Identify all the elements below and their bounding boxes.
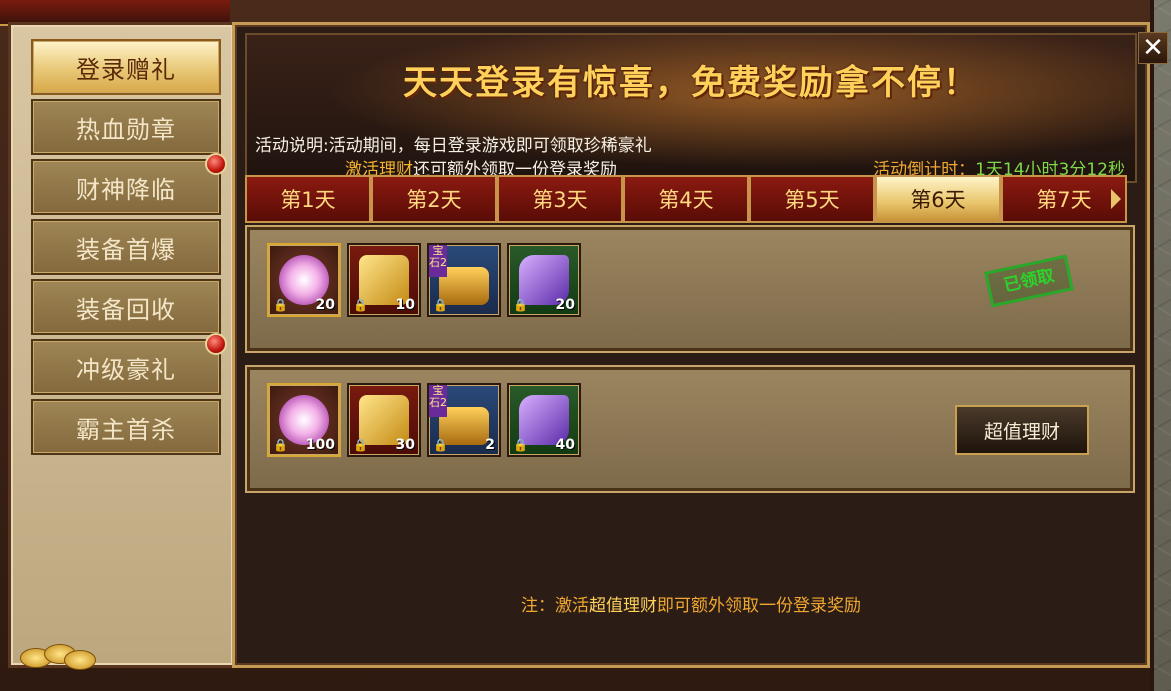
banner-title: 天天登录有惊喜，免费奖励拿不停！ <box>403 63 979 103</box>
activity-description: 活动说明:活动期间，每日登录游戏即可领取珍稀豪礼 <box>255 136 652 156</box>
reward-item[interactable]: 🔒 30 <box>347 383 421 457</box>
reward-item[interactable]: 宝石2 🔒 2 <box>427 383 501 457</box>
lock-icon: 🔒 <box>513 438 528 452</box>
tab-day-4[interactable]: 第4天 <box>623 175 749 223</box>
note-highlight: 超值理财 <box>589 596 657 616</box>
reward-row-finance: 🔒 100 🔒 30 宝石2 🔒 2 🔒 40 超值理财 <box>245 365 1135 493</box>
lock-icon: 🔒 <box>433 298 448 312</box>
tab-label: 第2天 <box>406 188 462 212</box>
sidebar-item-medal[interactable]: 热血勋章 <box>31 99 221 155</box>
footer-note: 注：激活超值理财即可额外领取一份登录奖励 <box>235 591 1147 616</box>
banner: 天天登录有惊喜，免费奖励拿不停！ 活动说明:活动期间，每日登录游戏即可领取珍稀豪… <box>245 33 1137 183</box>
tab-label: 第6天 <box>910 188 966 212</box>
sidebar-item-login-gift[interactable]: 登录赠礼 <box>31 39 221 95</box>
day-tabs: 第1天 第2天 第3天 第4天 第5天 第6天 第7天 <box>245 175 1133 223</box>
note-suffix: 即可额外领取一份登录奖励 <box>657 596 861 616</box>
tab-label: 第3天 <box>532 188 588 212</box>
item-count: 20 <box>555 297 575 313</box>
lock-icon: 🔒 <box>273 298 288 312</box>
tab-day-6[interactable]: 第6天 <box>875 175 1001 223</box>
gold-coins-icon <box>20 640 96 670</box>
notification-dot-icon <box>205 333 227 355</box>
tab-label: 第5天 <box>784 188 840 212</box>
tab-day-1[interactable]: 第1天 <box>245 175 371 223</box>
sidebar-item-label: 霸主首杀 <box>76 415 176 444</box>
claimed-stamp: 已领取 <box>984 254 1074 308</box>
sidebar-item-label: 登录赠礼 <box>76 55 176 84</box>
lock-icon: 🔒 <box>353 298 368 312</box>
item-count: 40 <box>555 437 575 453</box>
tab-day-7[interactable]: 第7天 <box>1001 175 1127 223</box>
reward-row-basic: 🔒 20 🔒 10 宝石2 🔒 🔒 20 已领取 <box>245 225 1135 353</box>
sidebar-item-god-of-wealth[interactable]: 财神降临 <box>31 153 227 215</box>
item-count: 10 <box>395 297 415 313</box>
scroll-right-arrow-icon[interactable] <box>1111 189 1121 209</box>
lock-icon: 🔒 <box>433 438 448 452</box>
item-count: 100 <box>305 437 335 453</box>
lock-icon: 🔒 <box>513 298 528 312</box>
tab-label: 第1天 <box>280 188 336 212</box>
super-finance-button[interactable]: 超值理财 <box>955 405 1089 455</box>
reward-item[interactable]: 宝石2 🔒 <box>427 243 501 317</box>
item-count: 2 <box>485 437 495 453</box>
item-count: 30 <box>395 437 415 453</box>
gem-tag: 宝石2 <box>429 385 447 417</box>
reward-item[interactable]: 🔒 40 <box>507 383 581 457</box>
tab-day-3[interactable]: 第3天 <box>497 175 623 223</box>
lock-icon: 🔒 <box>353 438 368 452</box>
sidebar-item-equip-drop[interactable]: 装备首爆 <box>31 219 221 275</box>
item-count: 20 <box>315 297 335 313</box>
reward-item[interactable]: 🔒 20 <box>507 243 581 317</box>
tab-day-2[interactable]: 第2天 <box>371 175 497 223</box>
tab-label: 第7天 <box>1036 188 1092 212</box>
reward-item[interactable]: 🔒 10 <box>347 243 421 317</box>
sidebar-item-label: 热血勋章 <box>76 115 176 144</box>
notification-dot-icon <box>205 153 227 175</box>
sidebar-item-equip-recycle[interactable]: 装备回收 <box>31 279 221 335</box>
sidebar-item-label: 冲级豪礼 <box>76 355 176 384</box>
sidebar-item-level-gift[interactable]: 冲级豪礼 <box>31 333 227 395</box>
tab-day-5[interactable]: 第5天 <box>749 175 875 223</box>
lock-icon: 🔒 <box>273 438 288 452</box>
sidebar-item-first-kill[interactable]: 霸主首杀 <box>31 399 221 455</box>
sidebar-item-label: 装备回收 <box>76 295 176 324</box>
sidebar: 登录赠礼 热血勋章 财神降临 装备首爆 装备回收 冲级豪礼 霸主首杀 <box>8 22 236 668</box>
reward-item[interactable]: 🔒 20 <box>267 243 341 317</box>
reward-item[interactable]: 🔒 100 <box>267 383 341 457</box>
close-icon[interactable]: ✕ <box>1138 32 1168 64</box>
sidebar-item-label: 装备首爆 <box>76 235 176 264</box>
tab-label: 第4天 <box>658 188 714 212</box>
main-panel: 天天登录有惊喜，免费奖励拿不停！ 活动说明:活动期间，每日登录游戏即可领取珍稀豪… <box>232 22 1150 668</box>
sidebar-item-label: 财神降临 <box>76 175 176 204</box>
gem-tag: 宝石2 <box>429 245 447 277</box>
note-prefix: 注：激活 <box>521 596 589 616</box>
